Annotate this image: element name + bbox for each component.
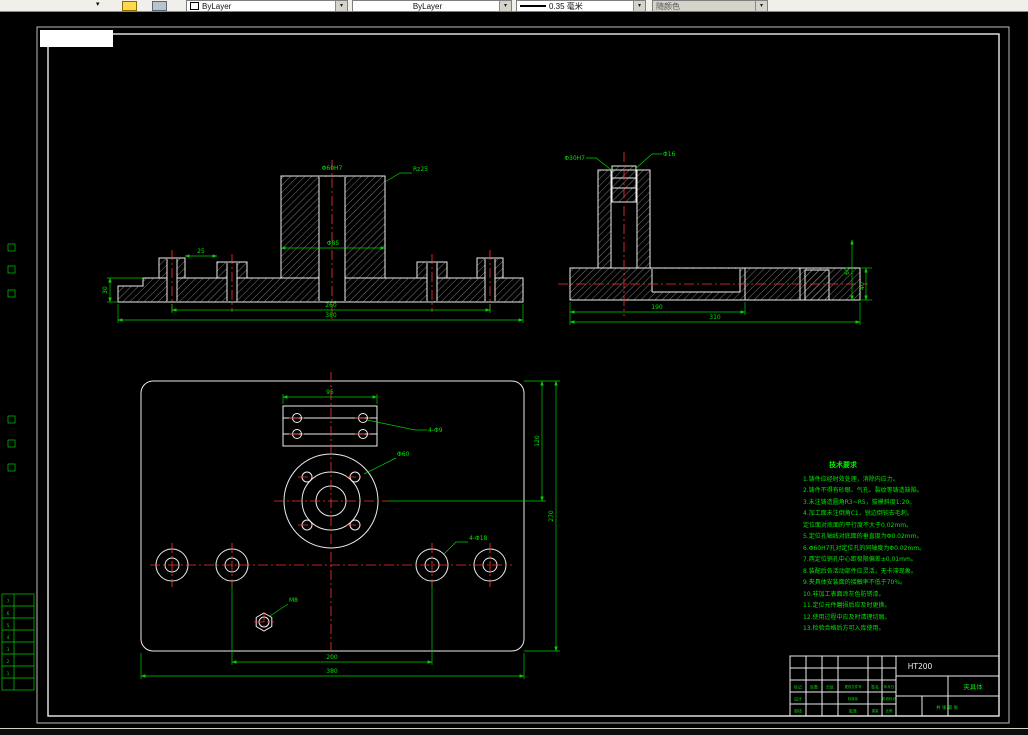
note-line: 10.非加工表面涂灰色防锈漆。 bbox=[803, 590, 885, 598]
chevron-down-icon: ▾ bbox=[755, 1, 767, 11]
layer-previous-icon[interactable] bbox=[152, 1, 167, 11]
lineweight-combo-value: 0.35 毫米 bbox=[549, 1, 583, 11]
color-swatch bbox=[190, 2, 199, 10]
linetype-combo[interactable]: ByLayer ▾ bbox=[352, 0, 512, 12]
note-line: 1.铸件应经时效处理，消除内应力。 bbox=[803, 475, 899, 483]
chevron-down-icon[interactable]: ▾ bbox=[633, 1, 645, 11]
lineweight-sample bbox=[520, 5, 546, 7]
note-line: 11.定位元件磨损后应及时更换。 bbox=[803, 602, 891, 609]
plotstyle-combo-value: 随颜色 bbox=[656, 1, 680, 11]
technical-notes: 技术要求 1.铸件应经时效处理，消除内应力。 2.铸件不得有砂眼、气孔、裂纹等铸… bbox=[803, 460, 951, 635]
plotstyle-combo: 随颜色 ▾ bbox=[652, 0, 768, 12]
color-combo-value: ByLayer bbox=[202, 1, 232, 11]
chevron-down-icon[interactable]: ▾ bbox=[335, 1, 347, 11]
cad-application-window: ▾ ByLayer ▾ ByLayer ▾ 0.35 毫米 ▾ 随颜色 ▾ 26… bbox=[0, 0, 1028, 735]
notes-title: 技术要求 bbox=[829, 461, 857, 469]
note-line: 12.使用过程中应及时清理切屑。 bbox=[803, 613, 891, 621]
chevron-down-icon[interactable]: ▾ bbox=[96, 0, 100, 8]
note-line: 5.定位孔轴线对底面的垂直度为Φ0.02mm。 bbox=[803, 533, 923, 540]
status-bar-edge bbox=[0, 728, 1028, 735]
note-line: 3.未注铸造圆角R3~R5，拔模斜度1:20。 bbox=[803, 498, 916, 506]
note-line: 13.检验合格后方可入库使用。 bbox=[803, 625, 885, 632]
note-line: 6.Φ60H7孔对定位孔的同轴度为Φ0.02mm。 bbox=[803, 544, 926, 552]
note-line: 9.夹具体安装面的接触率不低于70%。 bbox=[803, 579, 907, 586]
properties-toolbar: ▾ ByLayer ▾ ByLayer ▾ 0.35 毫米 ▾ 随颜色 ▾ bbox=[0, 0, 1028, 12]
note-line: 7.两定位销孔中心距极限偏差±0.01mm。 bbox=[803, 556, 917, 563]
chevron-down-icon[interactable]: ▾ bbox=[499, 1, 511, 11]
layer-tools-icon[interactable] bbox=[122, 1, 137, 11]
note-line: 2.铸件不得有砂眼、气孔、裂纹等铸造缺陷。 bbox=[803, 487, 923, 494]
color-combo[interactable]: ByLayer ▾ bbox=[186, 0, 348, 12]
note-line: 定位面对底面的平行度不大于0.02mm。 bbox=[803, 521, 913, 529]
linetype-combo-value: ByLayer bbox=[412, 1, 443, 11]
note-line: 4.加工面未注倒角C1，锐边倒钝去毛刺。 bbox=[803, 510, 913, 517]
lineweight-combo[interactable]: 0.35 毫米 ▾ bbox=[516, 0, 646, 12]
note-line: 8.装配后各活动部件应灵活，无卡滞现象。 bbox=[803, 567, 917, 575]
